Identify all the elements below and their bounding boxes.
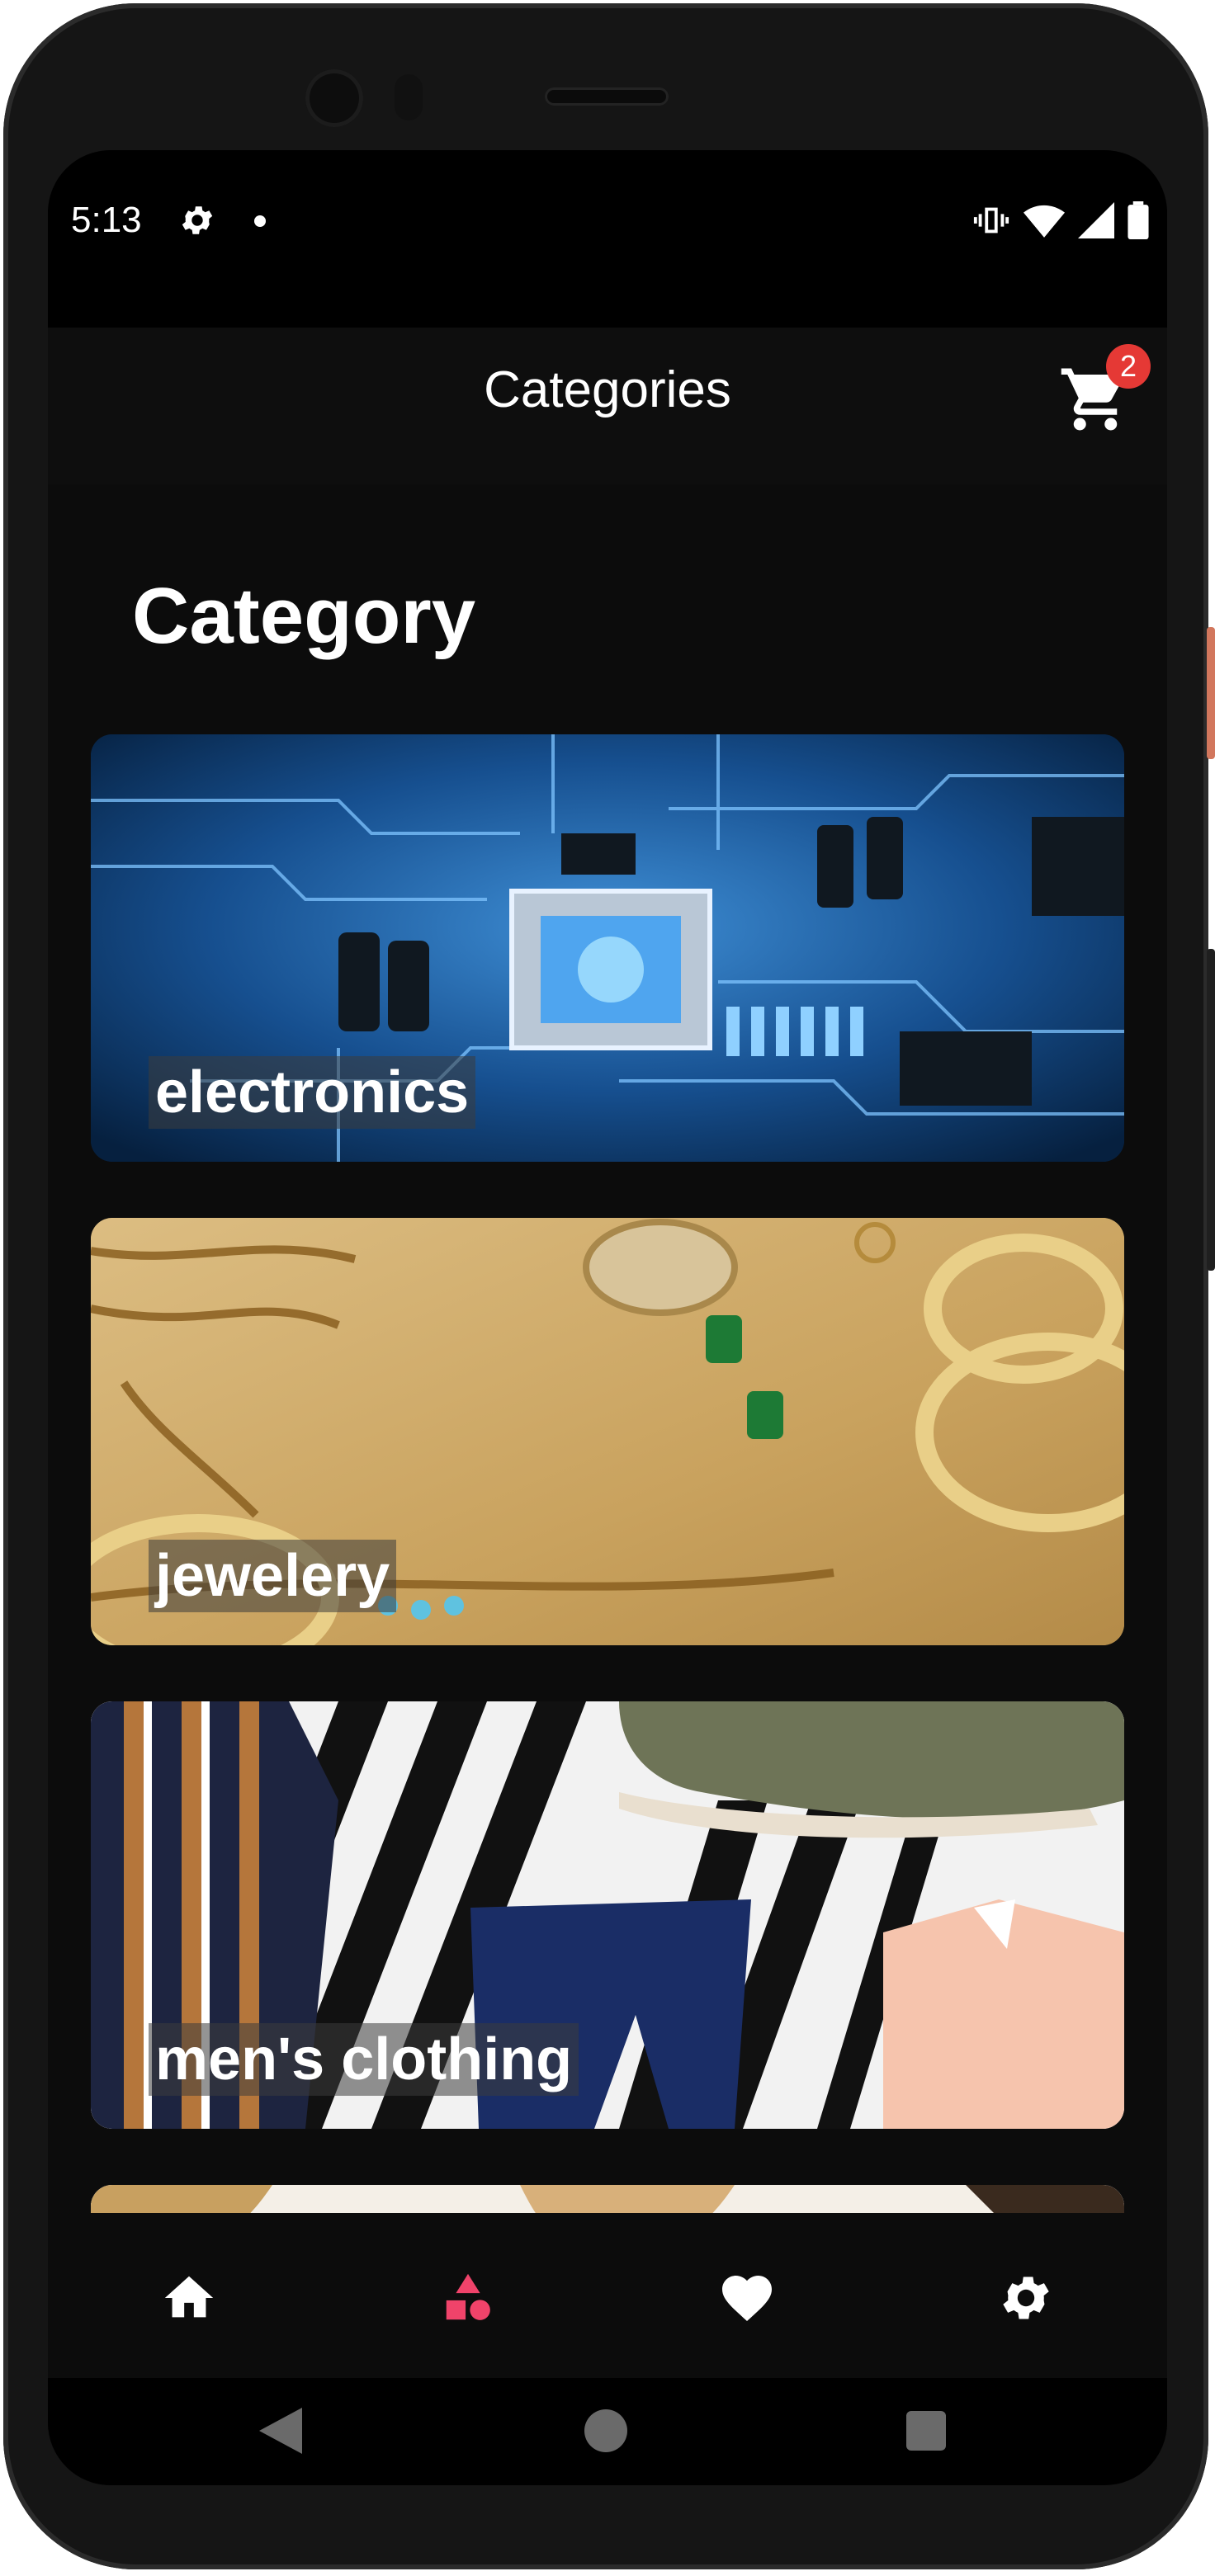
battery-icon	[1128, 201, 1149, 239]
bottom-navigation	[48, 2213, 1167, 2378]
categories-icon	[446, 2273, 490, 2320]
category-label: electronics	[149, 1056, 476, 1129]
category-card-jewelery[interactable]: jewelery	[91, 1218, 1124, 1645]
category-label: jewelery	[149, 1540, 397, 1612]
settings-icon	[1003, 2276, 1049, 2319]
category-card-electronics[interactable]: electronics	[91, 734, 1124, 1162]
back-icon[interactable]	[259, 2408, 302, 2454]
category-label: men's clothing	[149, 2023, 579, 2096]
cart-count-badge: 2	[1106, 344, 1151, 389]
section-heading: Category	[132, 572, 476, 660]
earpiece-speaker	[545, 87, 669, 106]
system-navigation-bar	[48, 2378, 1167, 2485]
status-time: 5:13	[71, 200, 142, 240]
category-card-mens-clothing[interactable]: men's clothing	[91, 1701, 1124, 2129]
nav-home[interactable]	[152, 2261, 226, 2335]
wifi-icon	[1024, 205, 1065, 238]
vibrate-icon	[973, 207, 1009, 234]
nav-categories[interactable]	[431, 2261, 505, 2335]
volume-button	[1207, 949, 1215, 1271]
front-camera	[305, 69, 363, 127]
heart-icon	[722, 2276, 772, 2322]
screen: 5:13 Categories 2 Category electronics j…	[48, 150, 1167, 2485]
home-circle-icon[interactable]	[584, 2409, 627, 2452]
recents-icon[interactable]	[906, 2411, 946, 2451]
sensor	[395, 74, 423, 120]
app-bar: Categories 2	[48, 328, 1167, 484]
notification-dot-icon	[254, 215, 266, 227]
home-icon	[164, 2276, 214, 2318]
status-icons	[972, 201, 1149, 239]
power-button	[1207, 627, 1215, 759]
page-title: Categories	[484, 361, 731, 418]
signal-icon	[1078, 202, 1114, 238]
status-bar: 5:13	[48, 150, 1167, 328]
gear-icon	[182, 206, 213, 234]
nav-favorites[interactable]	[710, 2261, 784, 2335]
nav-settings[interactable]	[989, 2261, 1063, 2335]
